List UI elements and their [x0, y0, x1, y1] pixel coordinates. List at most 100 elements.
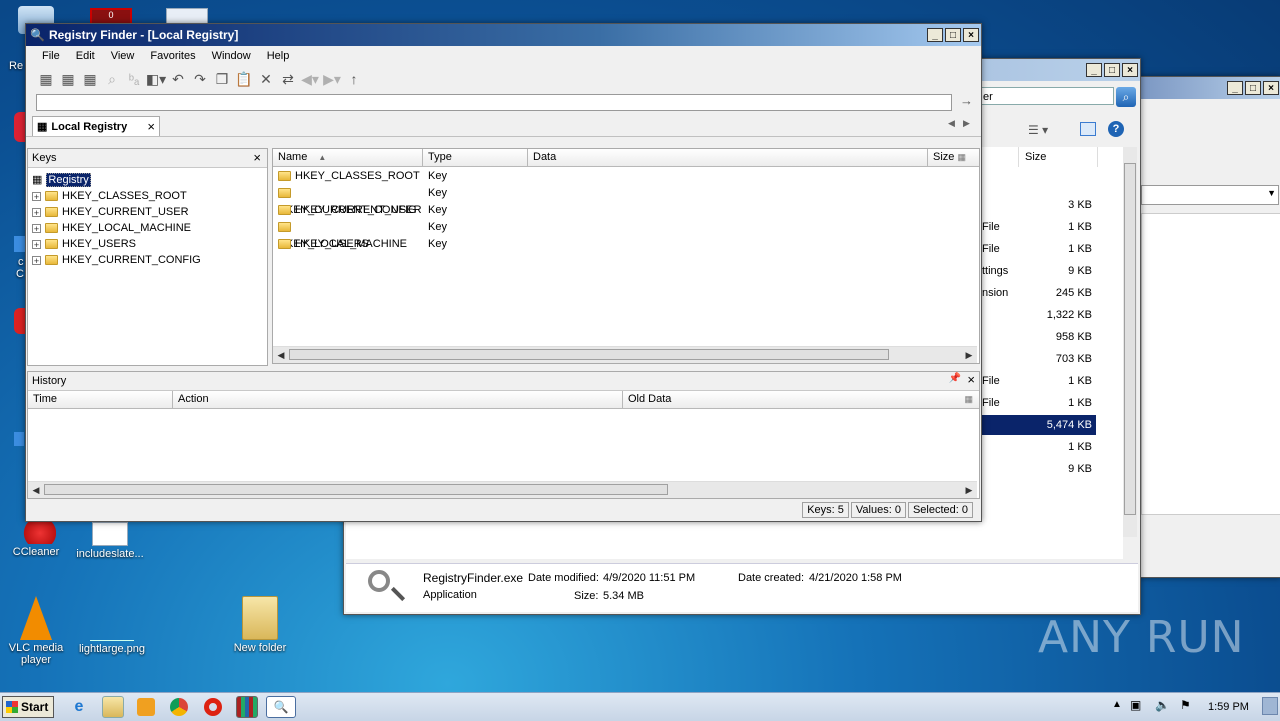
background-window[interactable]: _ □ × ▼ [1136, 76, 1280, 578]
expand-icon[interactable]: + [32, 191, 41, 201]
vertical-scrollbar[interactable] [1123, 147, 1137, 537]
file-row[interactable]: 9 KB [982, 459, 1096, 479]
paste-icon[interactable]: 📋 [234, 69, 254, 89]
address-input[interactable] [36, 94, 952, 111]
desktop-icon-ccleaner[interactable]: CCleaner [0, 522, 78, 558]
file-row[interactable]: 1 KB [982, 437, 1096, 457]
menu-window[interactable]: Window [204, 50, 259, 62]
search-input[interactable]: er [980, 87, 1114, 105]
desktop-icon-vlc[interactable]: VLC media player [0, 596, 78, 666]
minimize-button[interactable]: _ [1227, 81, 1243, 95]
close-panel-icon[interactable]: × [967, 372, 975, 387]
value-row[interactable]: HKEY_LOCAL_MACHINE Key [273, 219, 979, 250]
view-options-icon[interactable]: ☰ ▾ [1028, 123, 1048, 137]
close-button[interactable]: × [1122, 63, 1138, 77]
tree-item[interactable]: + HKEY_CURRENT_CONFIG [32, 252, 267, 268]
scroll-left-arrow-icon[interactable]: ◀ [273, 347, 289, 363]
minimize-button[interactable]: _ [1086, 63, 1102, 77]
close-button[interactable]: × [963, 28, 979, 42]
show-hidden-icons[interactable]: ▲ [1112, 699, 1122, 710]
expand-icon[interactable]: + [32, 223, 41, 233]
file-row[interactable]: 5,474 KB [982, 415, 1096, 435]
file-row[interactable]: 958 KB [982, 327, 1096, 347]
column-chooser-icon[interactable]: ▦ [957, 152, 966, 162]
registry-finder-window[interactable]: 🔍 Registry Finder - [Local Registry] _ □… [25, 23, 982, 522]
column-chooser-icon[interactable]: ▦ [964, 391, 973, 408]
file-row[interactable]: File 1 KB [982, 393, 1096, 413]
new-dropdown-icon[interactable]: ◧▾ [146, 69, 166, 89]
tree-item[interactable]: + HKEY_CLASSES_ROOT [32, 188, 267, 204]
maximize-button[interactable]: □ [1104, 63, 1120, 77]
history-horizontal-scrollbar[interactable]: ◀ ▶ [28, 481, 977, 498]
volume-icon[interactable]: 🔈 [1155, 698, 1170, 712]
up-icon[interactable]: ↑ [344, 69, 364, 89]
tab-scroll-right-icon[interactable]: ▶ [963, 118, 970, 129]
refresh-icon[interactable]: ⇄ [278, 69, 298, 89]
scroll-right-arrow-icon[interactable]: ▶ [961, 347, 977, 363]
tree-item[interactable]: + HKEY_USERS [32, 236, 267, 252]
menu-file[interactable]: File [34, 50, 68, 62]
expand-icon[interactable]: + [32, 239, 41, 249]
delete-icon[interactable]: ✕ [256, 69, 276, 89]
values-horizontal-scrollbar[interactable]: ◀ ▶ [273, 346, 977, 363]
column-old-data[interactable]: Old Data ▦ [623, 391, 979, 408]
menu-edit[interactable]: Edit [68, 50, 103, 62]
media-player-icon[interactable] [137, 698, 155, 716]
go-arrow-icon[interactable]: → [960, 93, 973, 108]
grid-add-icon[interactable]: ▦ [58, 69, 78, 89]
registry-finder-titlebar[interactable]: 🔍 Registry Finder - [Local Registry] _ □… [26, 24, 981, 46]
menu-help[interactable]: Help [259, 50, 298, 62]
file-row[interactable]: File 1 KB [982, 371, 1096, 391]
file-row[interactable]: 3 KB [982, 195, 1096, 215]
undo-icon[interactable]: ↶ [168, 69, 188, 89]
file-row[interactable]: 1,322 KB [982, 305, 1096, 325]
value-row[interactable]: HKEY_CLASSES_ROOT Key [273, 168, 979, 185]
close-tab-icon[interactable]: × [147, 119, 155, 134]
maximize-button[interactable]: □ [1245, 81, 1261, 95]
tree-item[interactable]: + HKEY_LOCAL_MACHINE [32, 220, 267, 236]
maximize-button[interactable]: □ [945, 28, 961, 42]
network-icon[interactable]: ▣ [1130, 698, 1141, 712]
dropdown-field[interactable]: ▼ [1141, 185, 1279, 205]
file-row[interactable]: File 1 KB [982, 217, 1096, 237]
file-explorer-icon[interactable] [102, 696, 124, 718]
start-button[interactable]: Start [2, 696, 54, 718]
chrome-icon[interactable] [170, 698, 188, 716]
background-window-titlebar[interactable]: _ □ × [1137, 77, 1280, 99]
opera-icon[interactable] [204, 698, 222, 716]
registry-finder-taskbar-icon[interactable]: 🔍 [266, 696, 296, 718]
show-desktop-button[interactable] [1262, 697, 1278, 715]
expand-icon[interactable]: + [32, 255, 41, 265]
column-name[interactable]: Name ▲ [273, 149, 423, 166]
tab-scroll-left-icon[interactable]: ◀ [948, 118, 955, 129]
column-action[interactable]: Action [173, 391, 623, 408]
redo-icon[interactable]: ↷ [190, 69, 210, 89]
scroll-thumb[interactable] [1124, 163, 1136, 515]
desktop-icon-new-folder[interactable]: New folder [218, 596, 302, 654]
column-time[interactable]: Time [28, 391, 173, 408]
grid-connect-icon[interactable]: ▦ [80, 69, 100, 89]
search-icon[interactable]: ⌕ [1116, 87, 1136, 107]
close-button[interactable]: × [1263, 81, 1279, 95]
file-row[interactable]: ttings 9 KB [982, 261, 1096, 281]
menu-favorites[interactable]: Favorites [142, 50, 203, 62]
tab-local-registry[interactable]: ▦ Local Registry × [32, 116, 160, 136]
grid-view-icon[interactable]: ▦ [36, 69, 56, 89]
scroll-thumb[interactable] [289, 349, 889, 360]
value-row[interactable]: HKEY_USERS Key [273, 236, 979, 253]
winrar-icon[interactable] [236, 696, 258, 718]
expand-icon[interactable]: + [32, 207, 41, 217]
column-type[interactable]: Type [423, 149, 528, 166]
scroll-left-arrow-icon[interactable]: ◀ [28, 482, 44, 498]
desktop-shortcut-icon[interactable] [14, 432, 24, 446]
close-panel-icon[interactable]: × [253, 150, 261, 165]
replace-icon[interactable]: ᵇₐ [124, 69, 144, 89]
help-icon[interactable]: ? [1108, 121, 1124, 137]
tree-item[interactable]: + HKEY_CURRENT_USER [32, 204, 267, 220]
file-row[interactable]: 703 KB [982, 349, 1096, 369]
action-center-flag-icon[interactable]: ⚑ [1180, 698, 1191, 712]
value-row[interactable]: HKEY_CURRENT_USER Key [273, 202, 979, 219]
scroll-thumb[interactable] [44, 484, 668, 495]
pin-icon[interactable]: 📌 [949, 373, 961, 384]
column-data[interactable]: Data [528, 149, 928, 166]
